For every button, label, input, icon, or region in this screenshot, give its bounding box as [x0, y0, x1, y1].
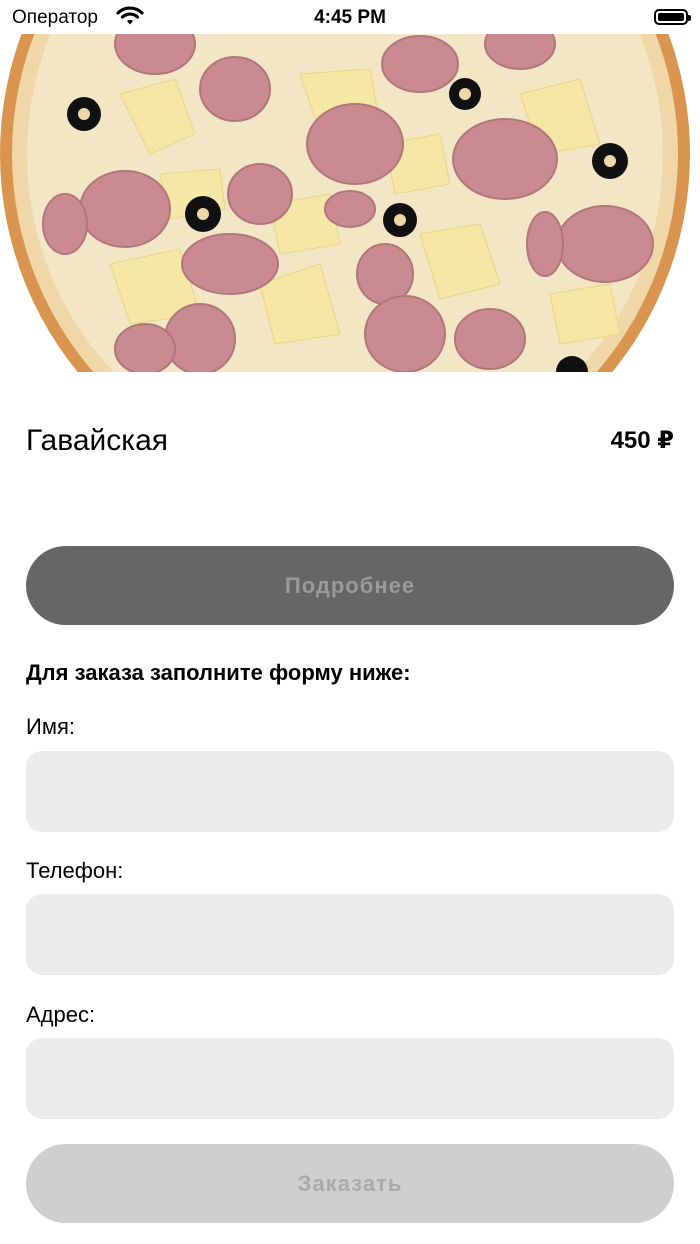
clock: 4:45 PM	[314, 7, 386, 28]
form-title: Для заказа заполните форму ниже:	[26, 660, 411, 685]
address-label: Адрес:	[26, 1002, 96, 1027]
details-button[interactable]: Подробнее	[26, 546, 674, 625]
name-input[interactable]	[26, 751, 674, 832]
pizza-image	[0, 34, 700, 372]
order-button[interactable]: Заказать	[26, 1144, 674, 1223]
phone-input[interactable]	[26, 894, 674, 975]
product-name: Гавайская	[26, 424, 169, 457]
phone-label: Телефон:	[26, 858, 124, 883]
status-bar: Оператор 4:45 PM	[0, 0, 700, 34]
battery-icon	[654, 9, 691, 25]
product-price: 450 ₽	[610, 427, 674, 454]
name-label: Имя:	[26, 714, 75, 739]
address-input[interactable]	[26, 1038, 674, 1119]
